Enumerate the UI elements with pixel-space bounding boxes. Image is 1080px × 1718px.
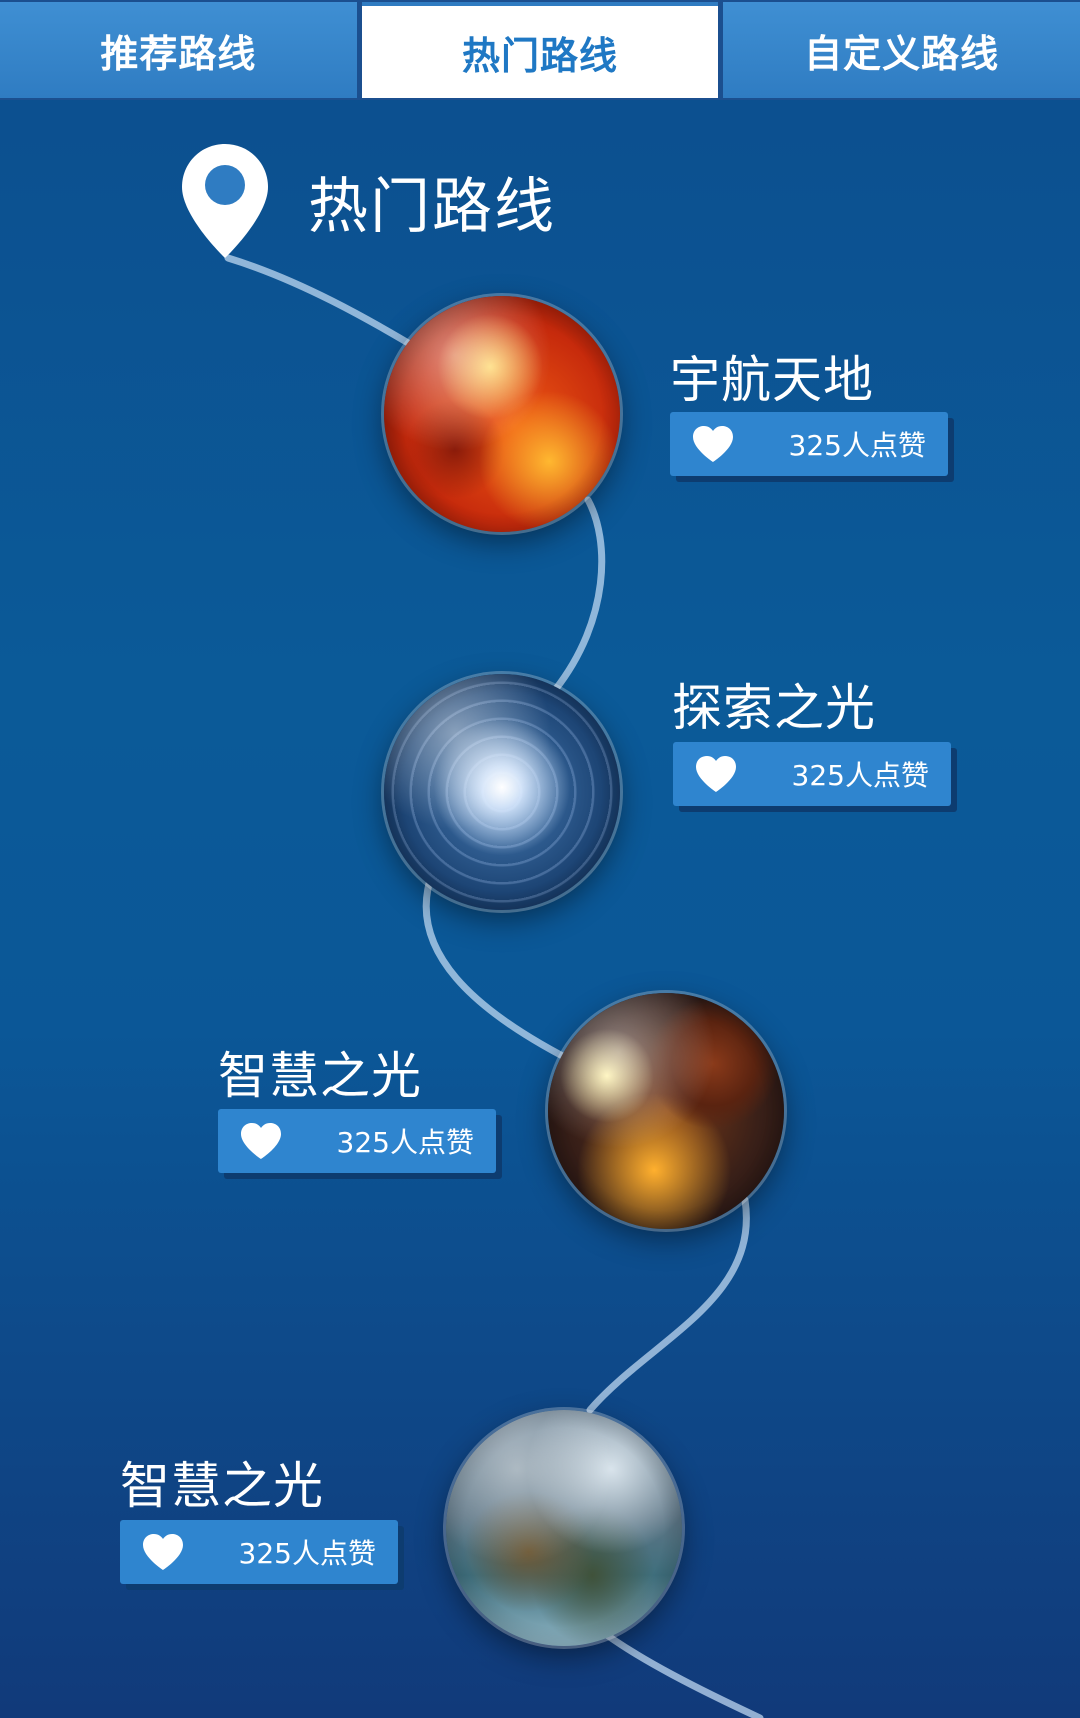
- stop-name-4[interactable]: 智慧之光: [120, 1446, 324, 1518]
- science-sphere-image[interactable]: [384, 674, 620, 910]
- stop-name-1[interactable]: 宇航天地: [670, 340, 874, 412]
- like-button-3[interactable]: 325人点赞: [218, 1109, 496, 1173]
- like-button-1[interactable]: 325人点赞: [670, 412, 948, 476]
- heart-icon: [226, 1121, 296, 1161]
- location-pin-icon: [182, 144, 268, 258]
- cosmos-sphere-image[interactable]: [548, 993, 784, 1229]
- stop-name-2[interactable]: 探索之光: [672, 668, 876, 740]
- like-count-3: 325人点赞: [336, 1126, 474, 1159]
- section-title: 热门路线: [308, 172, 556, 242]
- heart-icon: [681, 754, 751, 794]
- like-button-4[interactable]: 325人点赞: [120, 1520, 398, 1584]
- stop-name-3[interactable]: 智慧之光: [218, 1036, 422, 1108]
- app-root: 推荐路线 热门路线 自定义路线 热门路线 宇航天地 325人点赞 探索之光 32…: [0, 0, 1080, 1718]
- like-count-4: 325人点赞: [238, 1537, 376, 1570]
- tab-custom-routes[interactable]: 自定义路线: [723, 2, 1080, 98]
- like-count-2: 325人点赞: [791, 759, 929, 792]
- tab-bar: 推荐路线 热门路线 自定义路线: [0, 0, 1080, 100]
- tab-popular-routes[interactable]: 热门路线: [361, 2, 719, 98]
- dinosaur-sphere-image[interactable]: [446, 1410, 682, 1646]
- like-count-1: 325人点赞: [788, 429, 926, 462]
- fire-planet-image[interactable]: [384, 296, 620, 532]
- tab-recommended-routes[interactable]: 推荐路线: [0, 2, 357, 98]
- like-button-2[interactable]: 325人点赞: [673, 742, 951, 806]
- heart-icon: [128, 1532, 198, 1572]
- heart-icon: [678, 424, 748, 464]
